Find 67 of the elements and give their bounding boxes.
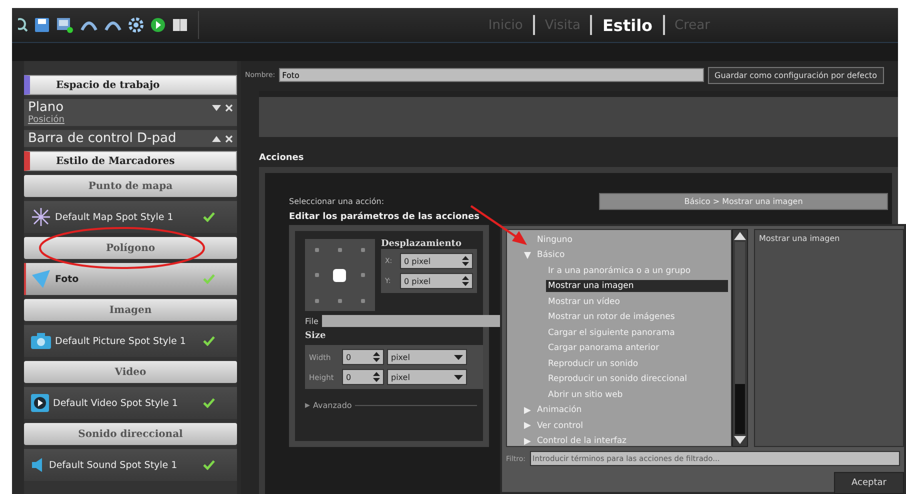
select-action-label: Seleccionar una acción: (289, 197, 386, 206)
style-item[interactable]: Default Sound Spot Style 1 (24, 449, 237, 481)
nav-tab[interactable]: Estilo (600, 16, 655, 34)
scroll-down-icon[interactable] (734, 436, 746, 444)
style-name: Default Sound Spot Style 1 (49, 460, 178, 470)
play-icon[interactable] (150, 17, 166, 33)
panel-title: Barra de control D-pad (28, 131, 178, 146)
size-spinner[interactable]: 0 (342, 369, 384, 385)
anchor-point[interactable] (333, 268, 346, 282)
panel-subtitle: Posición (28, 115, 66, 125)
style-item[interactable]: Default Video Spot Style 1 (24, 387, 237, 419)
expand-icon[interactable] (212, 104, 221, 110)
unit-dropdown[interactable]: pixel (387, 349, 467, 365)
redo-icon[interactable] (104, 19, 122, 31)
offset-title: Desplazamiento (381, 239, 462, 249)
accept-button[interactable]: Aceptar (834, 472, 904, 494)
collapse-icon[interactable] (212, 136, 221, 142)
caret-icon[interactable] (454, 374, 463, 380)
offset-spinner[interactable]: 0 pixel (400, 253, 473, 269)
settings-icon[interactable] (128, 17, 144, 33)
scroll-up-icon[interactable] (734, 232, 746, 240)
style-item[interactable]: Default Picture Spot Style 1 (24, 325, 237, 357)
size-title: Size (305, 331, 327, 341)
sidebar-header[interactable]: Estilo de Marcadores (24, 151, 237, 171)
spinner-arrows-icon[interactable] (373, 352, 380, 362)
edit-parameters-title: Editar los parámetros de las acciones (289, 212, 481, 222)
speaker-icon (31, 457, 45, 473)
caret-icon[interactable] (454, 354, 463, 360)
save-icon[interactable] (34, 17, 50, 33)
sidebar-header[interactable]: Espacio de trabajo (24, 75, 237, 95)
offset-spinner[interactable]: 0 pixel (400, 273, 473, 289)
scrollbar[interactable] (732, 229, 748, 447)
camera-icon (31, 333, 51, 349)
file-label: File (305, 316, 318, 326)
style-name: Foto (55, 274, 80, 284)
book-icon[interactable] (172, 18, 188, 32)
close-icon[interactable] (225, 134, 233, 142)
advanced-label[interactable]: Avanzado (313, 401, 352, 410)
play-icon (31, 394, 49, 412)
spinner-arrows-icon[interactable] (373, 372, 380, 382)
save-default-button[interactable]: Guardar como configuración por defecto (708, 66, 884, 84)
section-label: Video (24, 361, 237, 383)
unit-dropdown[interactable]: pixel (387, 369, 467, 385)
name-field[interactable]: Foto (279, 68, 704, 82)
spinner-arrows-icon[interactable] (462, 256, 469, 266)
spinner-arrows-icon[interactable] (462, 276, 469, 286)
undo-icon[interactable] (80, 19, 98, 31)
tree-item[interactable]: Mostrar una imagen (546, 280, 728, 292)
style-item[interactable]: Default Map Spot Style 1 (24, 201, 237, 233)
panel-title: Plano (28, 100, 65, 115)
size-spinner[interactable]: 0 (342, 349, 384, 365)
style-name: Default Video Spot Style 1 (53, 398, 179, 408)
actions-title: Acciones (259, 153, 305, 163)
section-label: Sonido direccional (24, 423, 237, 445)
style-name: Default Picture Spot Style 1 (55, 336, 187, 346)
image-add-icon[interactable] (56, 17, 74, 33)
description-text: Mostrar una imagen (759, 234, 840, 243)
sparkle-icon (31, 207, 51, 227)
style-name: Default Map Spot Style 1 (55, 212, 174, 222)
expand-icon[interactable] (305, 402, 310, 409)
close-icon[interactable] (225, 104, 233, 112)
triangle-icon (31, 269, 51, 289)
section-label: Punto de mapa (24, 175, 237, 197)
search-icon[interactable] (18, 17, 28, 33)
section-label: Polígono (24, 237, 237, 259)
section-label: Imagen (24, 299, 237, 321)
style-item[interactable]: Foto (24, 263, 237, 295)
